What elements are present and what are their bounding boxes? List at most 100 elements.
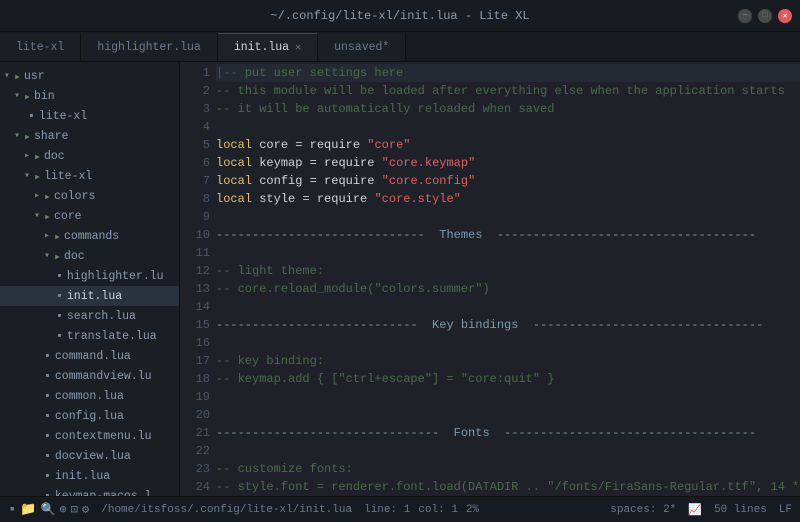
filepath: /home/itsfoss/.config/lite-xl/init.lua xyxy=(101,504,352,516)
tree-item-colors[interactable]: ▸ ▸ colors xyxy=(0,186,179,206)
tab-label: init.lua xyxy=(234,41,289,54)
tree-item-config[interactable]: ▪ config.lua xyxy=(0,406,179,426)
tree-label: docview.lua xyxy=(55,450,131,463)
tab-unsaved[interactable]: unsaved* xyxy=(318,33,406,61)
tree-label: search.lua xyxy=(67,310,136,323)
find-files-icon[interactable]: ⊕ xyxy=(60,502,67,517)
tree-item-init[interactable]: ▪ init.lua xyxy=(0,286,179,306)
code-line-11 xyxy=(216,244,800,262)
folder-open-icon[interactable]: 📁 xyxy=(20,502,36,517)
tree-label: doc xyxy=(64,250,85,263)
file-icon: ▪ xyxy=(56,290,63,303)
tree-item-common[interactable]: ▪ common.lua xyxy=(0,386,179,406)
code-line-22 xyxy=(216,442,800,460)
tree-label: init.lua xyxy=(67,290,122,303)
code-line-12: -- light theme: xyxy=(216,262,800,280)
code-line-15: ---------------------------- Key binding… xyxy=(216,316,800,334)
file-icon: ▪ xyxy=(44,390,51,403)
tree-label: keymap-macos.l xyxy=(55,490,152,497)
tree-item-lite-xl-share[interactable]: ▾ ▸ lite-xl xyxy=(0,166,179,186)
percent-info: 2% xyxy=(466,504,479,516)
tree-item-core[interactable]: ▾ ▸ core xyxy=(0,206,179,226)
tree-item-highlighter[interactable]: ▪ highlighter.lu xyxy=(0,266,179,286)
minimize-button[interactable]: — xyxy=(738,9,752,23)
tree-label: bin xyxy=(34,90,55,103)
code-line-13: -- core.reload_module("colors.summer") xyxy=(216,280,800,298)
titlebar: ~/.config/lite-xl/init.lua - Lite XL — □… xyxy=(0,0,800,32)
tree-item-commands[interactable]: ▸ ▸ commands xyxy=(0,226,179,246)
tree-item-bin[interactable]: ▾ ▸ bin xyxy=(0,86,179,106)
expand-icon: ▾ xyxy=(4,70,10,82)
file-icon: ▪ xyxy=(44,370,51,383)
expand-icon: ▾ xyxy=(14,90,20,102)
spaces-info: spaces: 2* xyxy=(610,504,676,516)
tree-item-keymap-macos[interactable]: ▪ keymap-macos.l xyxy=(0,486,179,496)
tree-item-doc-share[interactable]: ▸ ▸ doc xyxy=(0,146,179,166)
chart-icon: 📈 xyxy=(688,503,702,517)
code-line-24: -- style.font = renderer.font.load(DATAD… xyxy=(216,478,800,496)
terminal-icon[interactable]: ⊡ xyxy=(71,502,78,517)
tree-label: translate.lua xyxy=(67,330,157,343)
statusbar-right: spaces: 2* 📈 50 lines LF xyxy=(610,503,792,517)
file-icon: ▪ xyxy=(44,470,51,483)
code-line-2: -- this module will be loaded after ever… xyxy=(216,82,800,100)
file-icon: ▪ xyxy=(56,310,63,323)
settings-icon[interactable]: ⚙ xyxy=(82,502,89,517)
tree-label: commandview.lu xyxy=(55,370,152,383)
maximize-button[interactable]: □ xyxy=(758,9,772,23)
tree-item-contextmenu[interactable]: ▪ contextmenu.lu xyxy=(0,426,179,446)
file-icon: ▪ xyxy=(44,430,51,443)
tree-item-doc-core[interactable]: ▾ ▸ doc xyxy=(0,246,179,266)
tree-item-lite-xl-bin[interactable]: ▪ lite-xl xyxy=(0,106,179,126)
search-status-icon[interactable]: 🔍 xyxy=(41,502,56,517)
tree-label: lite-xl xyxy=(44,170,92,183)
tab-close-icon[interactable]: ✕ xyxy=(295,42,301,54)
file-icon: ▪ xyxy=(56,330,63,343)
code-line-3: -- it will be automatically reloaded whe… xyxy=(216,100,800,118)
expand-icon: ▸ xyxy=(44,230,50,242)
file-icon: ▪ xyxy=(44,350,51,363)
tree-label: commands xyxy=(64,230,119,243)
code-line-14 xyxy=(216,298,800,316)
col-info: col: 1 xyxy=(418,504,458,516)
folder-icon: ▸ xyxy=(44,209,51,224)
code-area[interactable]: |-- put user settings here -- this modul… xyxy=(216,62,800,496)
expand-icon: ▸ xyxy=(24,150,30,162)
tree-item-command[interactable]: ▪ command.lua xyxy=(0,346,179,366)
tree-label: colors xyxy=(54,190,95,203)
tree-item-commandview[interactable]: ▪ commandview.lu xyxy=(0,366,179,386)
tree-item-docview[interactable]: ▪ docview.lua xyxy=(0,446,179,466)
code-line-1: |-- put user settings here xyxy=(216,64,800,82)
editor[interactable]: 12345 678910 1112131415 1617181920 21222… xyxy=(180,62,800,496)
tab-init-lua[interactable]: init.lua ✕ xyxy=(218,33,318,61)
code-line-8: local style = require "core.style" xyxy=(216,190,800,208)
tree-label: config.lua xyxy=(55,410,124,423)
folder-icon: ▸ xyxy=(34,169,41,184)
tree-label: core xyxy=(54,210,82,223)
statusbar-left: ▪ 📁 🔍 ⊕ ⊡ ⚙ /home/itsfoss/.config/lite-x… xyxy=(8,502,479,518)
expand-icon: ▾ xyxy=(24,170,30,182)
tab-label: lite-xl xyxy=(16,41,64,54)
tree-label: common.lua xyxy=(55,390,124,403)
titlebar-title: ~/.config/lite-xl/init.lua - Lite XL xyxy=(270,9,529,23)
eol-info: LF xyxy=(779,504,792,516)
titlebar-controls: — □ ✕ xyxy=(738,9,792,23)
tab-lite-xl[interactable]: lite-xl xyxy=(0,33,81,61)
code-line-18: -- keymap.add { ["ctrl+escape"] = "core:… xyxy=(216,370,800,388)
tree-item-search[interactable]: ▪ search.lua xyxy=(0,306,179,326)
expand-icon: ▾ xyxy=(44,250,50,262)
code-line-7: local config = require "core.config" xyxy=(216,172,800,190)
tab-highlighter[interactable]: highlighter.lua xyxy=(81,33,218,61)
tree-item-translate[interactable]: ▪ translate.lua xyxy=(0,326,179,346)
code-line-19 xyxy=(216,388,800,406)
tree-item-init2[interactable]: ▪ init.lua xyxy=(0,466,179,486)
tree-item-usr[interactable]: ▾ ▸ usr xyxy=(0,66,179,86)
file-tree[interactable]: ▾ ▸ usr ▾ ▸ bin ▪ lite-xl ▾ ▸ share ▸ ▸ … xyxy=(0,62,180,496)
folder-icon: ▸ xyxy=(24,129,31,144)
tree-label: doc xyxy=(44,150,65,163)
line-info: line: 1 xyxy=(364,504,410,516)
code-line-10: ----------------------------- Themes ---… xyxy=(216,226,800,244)
close-button[interactable]: ✕ xyxy=(778,9,792,23)
folder-icon: ▸ xyxy=(54,249,61,264)
tree-item-share[interactable]: ▾ ▸ share xyxy=(0,126,179,146)
